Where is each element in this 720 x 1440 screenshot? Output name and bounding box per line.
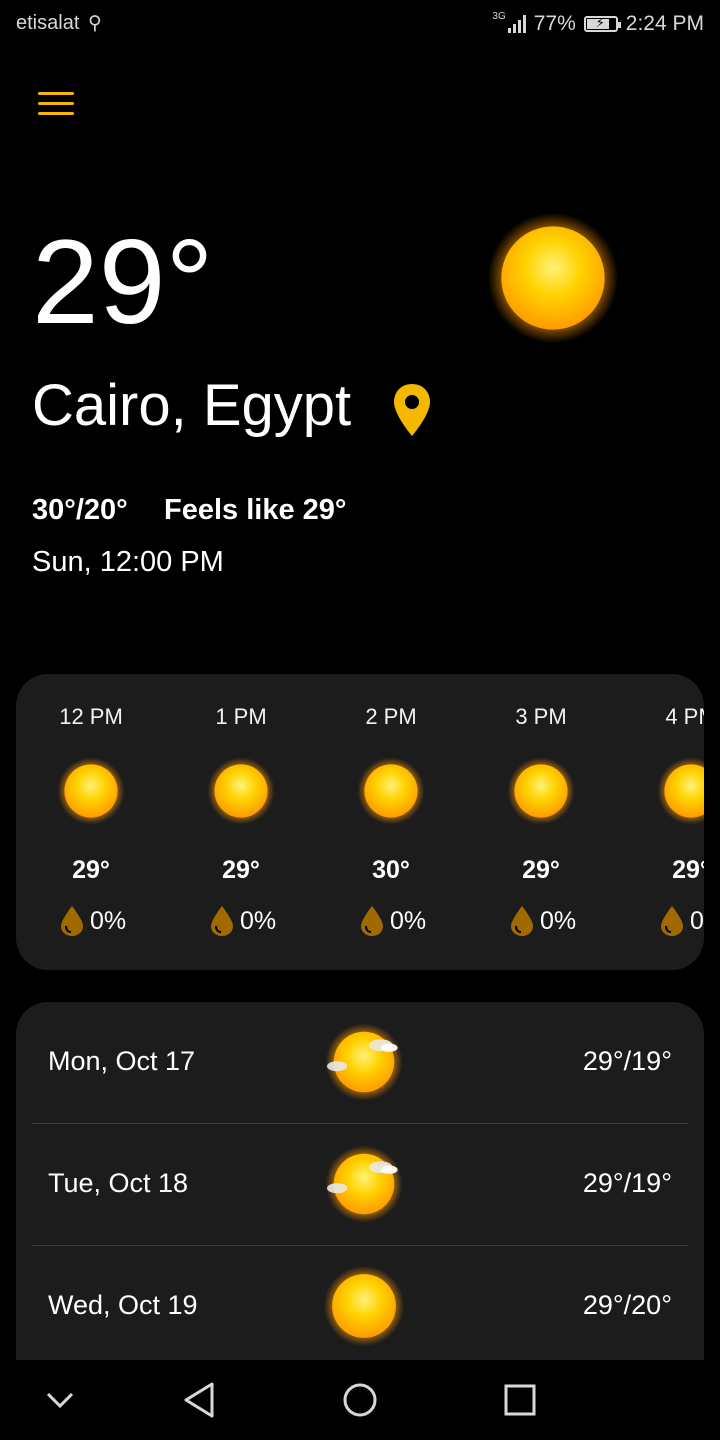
precipitation: 0% [58, 904, 126, 938]
signal-icon [507, 15, 526, 33]
daily-row[interactable]: Wed, Oct 19 29°/20° [16, 1246, 704, 1368]
hour-time: 3 PM [515, 704, 567, 729]
hour-temperature: 30° [372, 856, 410, 884]
clock: 2:24 PM [625, 12, 704, 35]
sun-icon [322, 1264, 406, 1348]
navigation-bar [0, 1360, 720, 1440]
hour-time: 1 PM [215, 704, 267, 729]
high-low-temperature: 30°/20° [32, 494, 128, 526]
network-type: 3G [492, 10, 506, 22]
status-bar: etisalat ⚲ 3G 77% ⚡ 2:24 PM [0, 0, 720, 52]
sun-icon [56, 756, 126, 826]
hour-temperature: 29° [522, 856, 560, 884]
day-temperature-range: 29°/19° [582, 1046, 672, 1076]
day-label: Mon, Oct 17 [48, 1046, 196, 1076]
precip-percent: 0% [540, 906, 577, 935]
current-datetime: Sun, 12:00 PM [32, 546, 224, 578]
hour-time: 4 PM [665, 704, 704, 729]
carrier-name: etisalat [16, 12, 80, 34]
sun-icon [356, 756, 426, 826]
raindrop-icon [361, 906, 383, 936]
precip-percent: 0% [240, 906, 277, 935]
sun-icon [506, 756, 576, 826]
current-temperature: 29° [32, 215, 214, 349]
battery-percent: 77% [533, 12, 576, 35]
feels-like: Feels like 29° [164, 494, 347, 526]
raindrop-icon [511, 906, 533, 936]
sun-icon [485, 210, 621, 346]
hide-keyboard-icon[interactable] [40, 1380, 80, 1420]
day-temperature-range: 29°/20° [582, 1290, 672, 1320]
daily-row[interactable]: Tue, Oct 18 29°/19° [16, 1124, 704, 1246]
day-temperature-range: 29°/19° [582, 1168, 672, 1198]
precipitation: 0% [658, 904, 704, 938]
hour-temperature: 29° [672, 856, 704, 884]
raindrop-icon [211, 906, 233, 936]
usb-icon: ⚲ [88, 13, 102, 34]
battery-charging-icon: ⚡ [583, 15, 621, 32]
hour-time: 2 PM [365, 704, 417, 729]
day-label: Tue, Oct 18 [48, 1168, 189, 1198]
sun-icon [656, 756, 704, 826]
raindrop-icon [661, 906, 683, 936]
hour-temperature: 29° [72, 856, 110, 884]
precip-percent: 0% [690, 906, 704, 935]
location-name: Cairo, Egypt [32, 373, 352, 438]
sun-with-clouds-icon [322, 1020, 406, 1104]
day-label: Wed, Oct 19 [48, 1290, 198, 1320]
home-icon[interactable] [340, 1380, 380, 1420]
hourly-forecast-card[interactable]: 12 PM 29° 0% 1 PM 29° 0% 2 PM 30° 0% 3 P… [16, 674, 704, 970]
back-icon[interactable] [180, 1380, 220, 1420]
raindrop-icon [61, 906, 83, 936]
hour-temperature: 29° [222, 856, 260, 884]
hour-time: 12 PM [59, 704, 123, 729]
daily-row[interactable]: Mon, Oct 17 29°/19° [16, 1002, 704, 1124]
sun-icon [206, 756, 276, 826]
precipitation: 0% [358, 904, 426, 938]
precip-percent: 0% [390, 906, 427, 935]
sun-with-clouds-icon [322, 1142, 406, 1226]
precipitation: 0% [208, 904, 276, 938]
hamburger-menu-icon[interactable] [38, 90, 74, 118]
precip-percent: 0% [90, 906, 127, 935]
precipitation: 0% [508, 904, 576, 938]
daily-forecast-card[interactable]: Mon, Oct 17 29°/19° Tue, Oct 18 29°/19° … [16, 1002, 704, 1382]
recents-icon[interactable] [500, 1380, 540, 1420]
location-pin-icon[interactable] [392, 382, 432, 438]
status-right: 3G 77% ⚡ 2:24 PM [492, 10, 704, 36]
